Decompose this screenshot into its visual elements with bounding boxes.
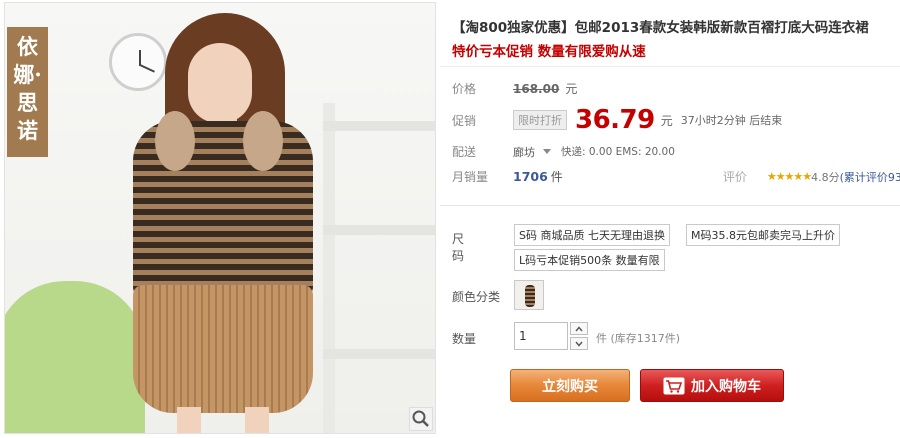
review-count-link[interactable]: (累计评价93): [840, 169, 900, 185]
color-option[interactable]: [514, 280, 544, 310]
promo-unit: 元: [660, 113, 673, 128]
size-label: 尺码: [452, 232, 465, 263]
add-to-cart-label: 加入购物车: [691, 378, 761, 395]
stock-info: 件 (库存1317件): [596, 332, 681, 345]
promo-row: 促销 限时打折 36.79 元 37小时2分钟 后结束: [452, 105, 782, 135]
cart-icon: [663, 377, 685, 394]
sales-count: 1706: [513, 169, 548, 184]
promo-label: 促销: [452, 113, 477, 128]
color-label: 颜色分类: [452, 290, 501, 304]
shipping-row: 配送 廊坊 快递: 0.00 EMS: 20.00: [452, 143, 675, 160]
size-option-m[interactable]: M码35.8元包邮卖完马上升价: [686, 224, 840, 246]
magnifier-icon[interactable]: [409, 407, 433, 431]
add-to-cart-button[interactable]: 加入购物车: [640, 369, 784, 402]
chevron-up-icon: [575, 325, 583, 331]
shipping-label: 配送: [452, 145, 477, 159]
sales-unit: 件: [550, 170, 563, 184]
quantity-input[interactable]: [514, 322, 568, 350]
chevron-down-icon: [575, 341, 583, 347]
quantity-label: 数量: [452, 332, 477, 346]
size-option-l[interactable]: L码亏本促销500条 数量有限: [514, 249, 665, 271]
buy-now-button[interactable]: 立刻购买: [510, 369, 630, 402]
brand-logo: 依娜·思诺: [7, 27, 48, 157]
quantity-decrease-button[interactable]: [570, 337, 588, 350]
rating-label: 评价: [722, 170, 747, 184]
product-photo: [5, 3, 435, 433]
price-box: 价格 168.00 元 促销 限时打折 36.79 元 37小时2分钟 后结束 …: [440, 66, 900, 192]
price-row: 价格 168.00 元: [452, 80, 577, 97]
promo-price: 36.79: [575, 105, 655, 135]
shipping-fee: 快递: 0.00 EMS: 20.00: [561, 146, 675, 158]
price-unit: 元: [565, 82, 578, 96]
star-rating-icon: ★★★★★: [766, 170, 812, 183]
original-price: 168.00: [513, 81, 560, 96]
promo-tag: 限时打折: [513, 110, 567, 130]
size-option-s[interactable]: S码 商城品质 七天无理由退换: [514, 224, 670, 246]
quantity-increase-button[interactable]: [570, 322, 588, 335]
chevron-down-icon[interactable]: [543, 149, 551, 154]
product-info-panel: 【淘800独家优惠】包邮2013春款女装韩版新款百褶打底大码连衣裙 特价亏本促销…: [440, 0, 900, 438]
product-subtitle: 特价亏本促销 数量有限爱购从速: [452, 44, 646, 60]
product-title: 【淘800独家优惠】包邮2013春款女装韩版新款百褶打底大码连衣裙: [452, 20, 869, 36]
ship-from-location[interactable]: 廊坊: [513, 144, 535, 160]
wall-clock: [109, 33, 167, 91]
price-label: 价格: [452, 82, 477, 96]
product-image[interactable]: 依娜·思诺: [4, 2, 436, 434]
rating-score: 4.8分: [811, 170, 840, 184]
countdown: 37小时2分钟 后结束: [680, 114, 783, 127]
buy-now-label: 立刻购买: [542, 378, 598, 395]
sales-label: 月销量: [452, 170, 489, 184]
divider: [440, 205, 900, 206]
sales-row: 月销量 1706 件 评价 ★★★★★ 4.8分 (累计评价93): [452, 168, 900, 185]
